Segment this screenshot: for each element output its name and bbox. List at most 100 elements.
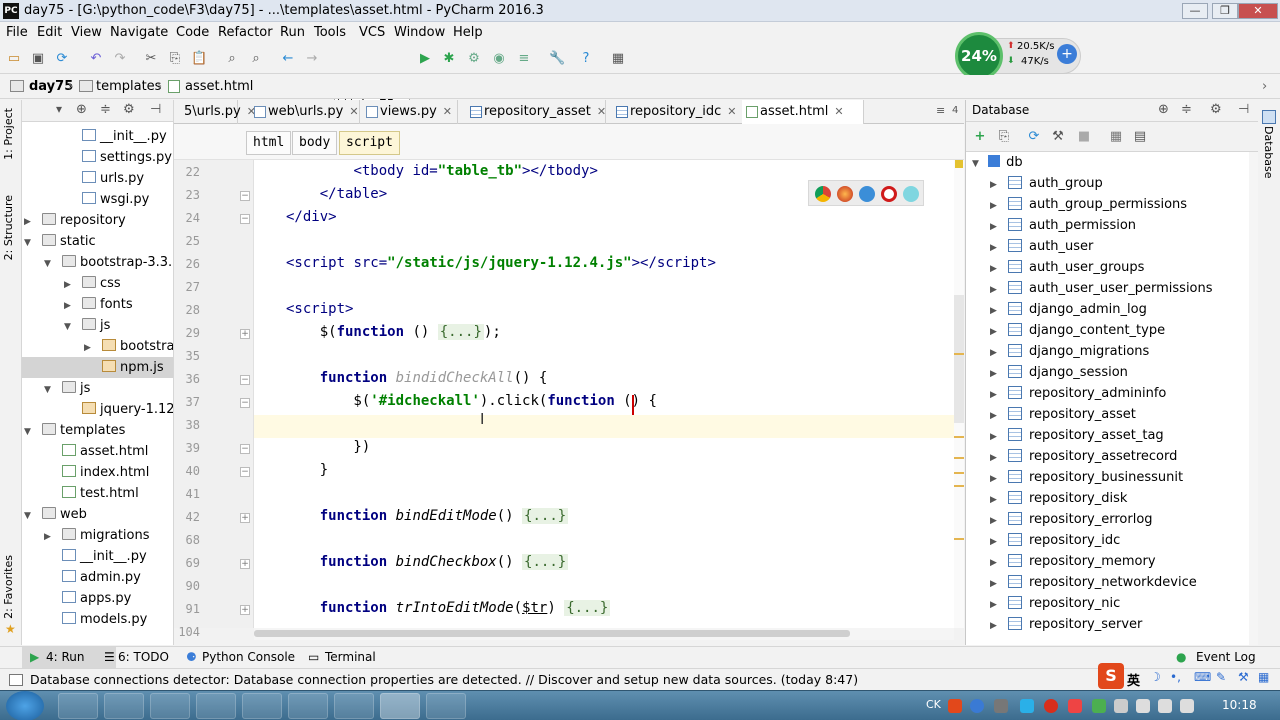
tree-item[interactable]: test.html <box>22 483 173 504</box>
collapse-arrow-icon[interactable]: ▶ <box>990 406 1000 427</box>
gear-icon[interactable]: ⚙ <box>123 102 135 117</box>
tree-item[interactable]: ▶ bootstrap <box>22 336 173 359</box>
taskbar-app-explorer[interactable] <box>426 693 466 719</box>
collapse-arrow-icon[interactable]: ▶ <box>64 275 74 296</box>
tree-item[interactable]: ▶ css <box>22 273 173 296</box>
tree-item[interactable]: __init__.py <box>22 126 173 147</box>
db-table-item[interactable]: ▶ auth_user_user_permissions <box>990 278 1213 299</box>
console-icon[interactable]: ▤ <box>1132 129 1148 145</box>
tag-crumb-script[interactable]: script <box>339 131 400 155</box>
python-console-tab[interactable]: Python Console <box>202 650 295 664</box>
ie-icon[interactable] <box>903 186 919 202</box>
tray-device-icon[interactable] <box>1114 699 1128 713</box>
db-table-item[interactable]: ▶ auth_group <box>990 173 1103 194</box>
expand-arrow-icon[interactable]: ▼ <box>44 380 54 401</box>
fold-marker-icon[interactable]: − <box>240 398 250 408</box>
collapse-arrow-icon[interactable]: ▶ <box>44 527 54 548</box>
accelerate-button[interactable]: + <box>1057 44 1077 64</box>
collapse-arrow-icon[interactable]: ▶ <box>990 238 1000 259</box>
scroll-from-source-icon[interactable]: ⊕ <box>76 102 87 117</box>
hide-panel-icon[interactable]: ⊣ <box>1238 102 1249 117</box>
taskbar-app-folder[interactable] <box>58 693 98 719</box>
todo-tool-tab[interactable]: 6: TODO <box>118 650 169 664</box>
safari-icon[interactable] <box>859 186 875 202</box>
opera-icon[interactable] <box>881 186 897 202</box>
collapse-arrow-icon[interactable]: ▶ <box>84 338 94 359</box>
collapse-arrow-icon[interactable]: ▶ <box>990 511 1000 532</box>
tray-qq-icon[interactable] <box>1020 699 1034 713</box>
tree-item[interactable]: admin.py <box>22 567 173 588</box>
tab-overflow-count[interactable]: 4 <box>952 105 958 116</box>
ime-moon-icon[interactable]: ☽ <box>1150 670 1161 684</box>
tab-overflow-icon[interactable]: ≡ <box>936 104 945 117</box>
taskbar-clock[interactable]: 10:18 <box>1222 698 1257 712</box>
tree-item[interactable]: models.py <box>22 609 173 630</box>
expand-arrow-icon[interactable]: ▼ <box>24 422 34 443</box>
db-table-item[interactable]: ▶ repository_memory <box>990 551 1156 572</box>
sogou-ime-icon[interactable]: S <box>1098 663 1124 689</box>
editor-tab[interactable]: repository_idc ✕ <box>612 100 748 124</box>
tree-item[interactable]: urls.py <box>22 168 173 189</box>
tree-item[interactable]: ▶ repository <box>22 210 173 233</box>
undo-icon[interactable]: ↶ <box>88 51 104 67</box>
tray-keyboard-icon[interactable] <box>994 699 1008 713</box>
ime-grid-icon[interactable]: ▦ <box>1258 670 1269 684</box>
concurrency-icon[interactable]: ≡ <box>516 51 532 67</box>
structure-tool-tab[interactable]: 2: Structure <box>2 195 15 260</box>
tag-crumb-html[interactable]: html <box>246 131 292 155</box>
collapse-arrow-icon[interactable]: ▶ <box>990 364 1000 385</box>
gear-icon[interactable]: ⚙ <box>1210 102 1222 117</box>
taskbar-app-word[interactable] <box>334 693 374 719</box>
taskbar-app-notepad[interactable] <box>288 693 328 719</box>
collapse-arrow-icon[interactable]: ▶ <box>990 427 1000 448</box>
debug-icon[interactable]: ✱ <box>441 51 457 67</box>
tray-sogou-icon[interactable] <box>948 699 962 713</box>
horizontal-scrollbar[interactable] <box>254 628 954 640</box>
close-tab-icon[interactable]: ✕ <box>834 105 843 118</box>
collapse-arrow-icon[interactable]: ▶ <box>990 259 1000 280</box>
collapse-arrow-icon[interactable]: ▶ <box>24 212 34 233</box>
code-editor[interactable]: <tbody id="table_tb"></tbody> </table> </… <box>254 160 954 628</box>
paste-icon[interactable]: 📋 <box>191 51 207 67</box>
warning-mark[interactable] <box>954 538 964 540</box>
stop-icon[interactable]: ■ <box>1076 129 1092 145</box>
collapse-arrow-icon[interactable]: ▶ <box>990 343 1000 364</box>
close-tab-icon[interactable]: ✕ <box>597 105 606 118</box>
db-table-item[interactable]: ▶ repository_networkdevice <box>990 572 1197 593</box>
menu-edit[interactable]: Edit <box>37 25 62 40</box>
taskbar-app-paint[interactable] <box>104 693 144 719</box>
warning-mark[interactable] <box>954 457 964 459</box>
editor-tab[interactable]: web\urls.py ✕ <box>250 100 360 124</box>
close-tab-icon[interactable]: ✕ <box>727 105 736 118</box>
ime-keyboard-icon[interactable]: ⌨ <box>1194 670 1211 684</box>
editor-scroll-thumb[interactable] <box>954 295 964 423</box>
editor-tab-active[interactable]: asset.html ✕ <box>742 100 864 124</box>
db-table-item[interactable]: ▶ repository_nic <box>990 593 1120 614</box>
breadcrumb-project[interactable]: day75 <box>29 79 73 94</box>
collapse-arrow-icon[interactable]: ▶ <box>990 553 1000 574</box>
menu-code[interactable]: Code <box>176 25 209 40</box>
hide-panel-icon[interactable]: ⊣ <box>150 102 161 117</box>
db-table-item[interactable]: ▶ repository_server <box>990 614 1142 635</box>
coverage-icon[interactable]: ⚙ <box>466 51 482 67</box>
tree-item[interactable]: wsgi.py <box>22 189 173 210</box>
warning-mark[interactable] <box>954 353 964 355</box>
tree-item[interactable]: ▼ web <box>22 504 173 525</box>
collapse-all-icon[interactable]: ≑ <box>100 102 111 117</box>
redo-icon[interactable]: ↷ <box>112 51 128 67</box>
settings-icon[interactable]: 🔧 <box>549 51 565 67</box>
sync-icon[interactable]: ⟳ <box>54 51 70 67</box>
editor-tab[interactable]: views.py ✕ <box>362 100 458 124</box>
cpu-percent-gauge[interactable]: 24% <box>955 32 1003 80</box>
tree-item[interactable]: asset.html <box>22 441 173 462</box>
close-window-button[interactable]: ✕ <box>1238 3 1278 19</box>
menu-window[interactable]: Window <box>394 25 445 40</box>
editor-tab[interactable]: repository_asset ✕ <box>466 100 606 124</box>
menu-refactor[interactable]: Refactor <box>218 25 273 40</box>
open-folder-icon[interactable]: ▭ <box>6 51 22 67</box>
expand-arrow-icon[interactable]: ▼ <box>24 233 34 254</box>
tray-360-icon[interactable] <box>1092 699 1106 713</box>
tree-item[interactable]: npm.js <box>22 357 173 378</box>
favorites-tool-tab[interactable]: 2: Favorites <box>2 555 15 619</box>
db-table-item[interactable]: ▶ repository_idc <box>990 530 1120 551</box>
